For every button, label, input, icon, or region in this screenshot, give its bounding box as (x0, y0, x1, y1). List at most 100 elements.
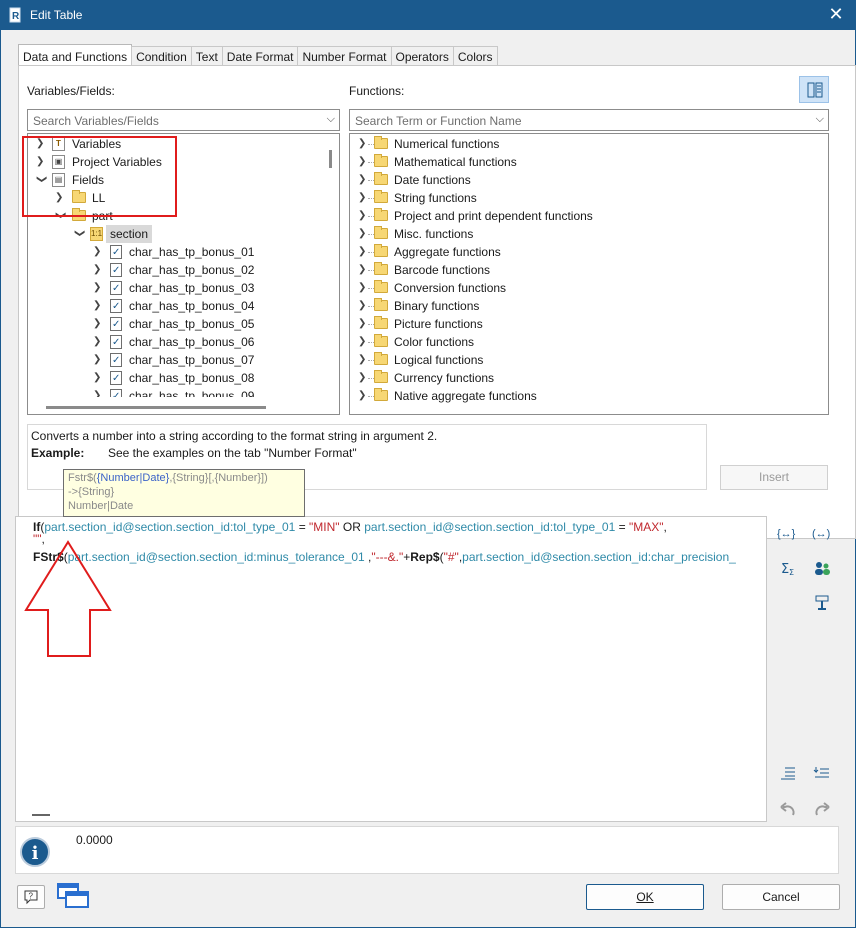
tree-item-field[interactable]: ❯ char_has_tp_bonus_07 (28, 351, 323, 370)
function-category[interactable]: ❯ String functions (350, 189, 828, 207)
chevron-right-icon[interactable]: ❯ (358, 369, 368, 387)
chevron-right-icon[interactable]: ❯ (358, 153, 368, 171)
tab-operators[interactable]: Operators (390, 46, 454, 66)
indent-icon[interactable] (777, 763, 799, 783)
chevron-right-icon[interactable]: ❯ (358, 135, 368, 153)
tab-data-and-functions[interactable]: Data and Functions (18, 44, 133, 66)
scrollbar-thumb[interactable] (46, 406, 266, 409)
folder-icon (374, 352, 388, 365)
chevron-right-icon[interactable]: ❯ (93, 315, 103, 333)
function-category[interactable]: ❯ Logical functions (350, 351, 828, 369)
chevron-right-icon[interactable]: ❯ (93, 297, 103, 315)
tab-date-format[interactable]: Date Format (221, 46, 299, 66)
function-category[interactable]: ❯ Barcode functions (350, 261, 828, 279)
tree-item-label: char_has_tp_bonus_09 (129, 389, 255, 397)
ok-button[interactable]: OK (586, 884, 704, 910)
folder-icon (374, 262, 388, 275)
field-icon (110, 280, 122, 298)
chevron-right-icon[interactable]: ❯ (358, 297, 368, 315)
function-category-label: Numerical functions (394, 137, 500, 151)
function-category[interactable]: ❯ Project and print dependent functions (350, 207, 828, 225)
tree-item-label: char_has_tp_bonus_06 (129, 335, 255, 349)
function-category-label: Logical functions (394, 353, 484, 367)
horizontal-scrollbar[interactable] (28, 398, 339, 414)
tab-colors[interactable]: Colors (452, 46, 498, 66)
chevron-right-icon[interactable]: ❯ (93, 261, 103, 279)
sum-icon[interactable]: ΣΣ (777, 558, 799, 578)
chevron-down-icon[interactable]: ❯ (70, 229, 88, 239)
function-category-label: Binary functions (394, 299, 480, 313)
tree-item-field[interactable]: ❯ char_has_tp_bonus_06 (28, 333, 323, 352)
function-category[interactable]: ❯ Currency functions (350, 369, 828, 387)
tab-text[interactable]: Text (190, 46, 223, 66)
vertical-scrollbar[interactable] (322, 134, 339, 398)
users-icon[interactable] (811, 558, 833, 578)
field-icon (110, 334, 122, 352)
chevron-right-icon[interactable]: ❯ (93, 279, 103, 297)
function-category[interactable]: ❯ Conversion functions (350, 279, 828, 297)
tab-number-format[interactable]: Number Format (297, 46, 392, 66)
functions-search-input[interactable]: Search Term or Function Name ⌵ (349, 109, 829, 131)
chevron-right-icon[interactable]: ❯ (358, 279, 368, 297)
tree-item-field[interactable]: ❯ char_has_tp_bonus_09 (28, 387, 323, 397)
tab-condition[interactable]: Condition (131, 46, 192, 66)
editor-splitter[interactable] (32, 814, 50, 816)
tree-item-field[interactable]: ❯ char_has_tp_bonus_01 (28, 243, 323, 262)
tree-item-field[interactable]: ❯ char_has_tp_bonus_02 (28, 261, 323, 280)
function-category[interactable]: ❯ Numerical functions (350, 135, 828, 153)
function-category[interactable]: ❯ Date functions (350, 171, 828, 189)
wrap-brackets-icon[interactable]: (↔) (811, 523, 833, 543)
folder-icon (374, 190, 388, 203)
insert-button[interactable]: Insert (720, 465, 828, 490)
variables-search-input[interactable]: Search Variables/Fields ⌵ (27, 109, 340, 131)
formula-editor[interactable]: If(part.section_id@section.section_id:to… (15, 516, 767, 822)
tree-item-field[interactable]: ❯ char_has_tp_bonus_05 (28, 315, 323, 334)
stamp-icon[interactable] (811, 593, 833, 613)
chevron-right-icon[interactable]: ❯ (358, 171, 368, 189)
function-category[interactable]: ❯ Binary functions (350, 297, 828, 315)
description-text: Converts a number into a string accordin… (31, 429, 438, 443)
chevron-right-icon[interactable]: ❯ (93, 369, 103, 387)
function-category[interactable]: ❯ Native aggregate functions (350, 387, 828, 405)
folder-icon (374, 298, 388, 311)
tree-item-field[interactable]: ❯ char_has_tp_bonus_08 (28, 369, 323, 388)
chevron-right-icon[interactable]: ❯ (358, 333, 368, 351)
chevron-right-icon[interactable]: ❯ (358, 189, 368, 207)
function-category[interactable]: ❯ Picture functions (350, 315, 828, 333)
function-category[interactable]: ❯ Misc. functions (350, 225, 828, 243)
scrollbar-thumb[interactable] (329, 150, 332, 168)
chevron-down-icon[interactable]: ⌵ (327, 113, 335, 126)
chevron-right-icon[interactable]: ❯ (93, 387, 103, 397)
function-category-label: Mathematical functions (394, 155, 517, 169)
folder-icon (374, 154, 388, 167)
function-category[interactable]: ❯ Color functions (350, 333, 828, 351)
tree-item-label: char_has_tp_bonus_04 (129, 299, 255, 313)
tree-item-section[interactable]: ❯ 1:1 section (28, 225, 323, 243)
chevron-right-icon[interactable]: ❯ (358, 225, 368, 243)
chevron-right-icon[interactable]: ❯ (93, 333, 103, 351)
chevron-down-icon[interactable]: ⌵ (816, 113, 824, 126)
function-category[interactable]: ❯ Mathematical functions (350, 153, 828, 171)
chevron-right-icon[interactable]: ❯ (358, 315, 368, 333)
chevron-right-icon[interactable]: ❯ (93, 243, 103, 261)
chevron-right-icon[interactable]: ❯ (93, 351, 103, 369)
tree-item-field[interactable]: ❯ char_has_tp_bonus_03 (28, 279, 323, 298)
help-button[interactable]: ? (17, 885, 45, 909)
layout-toggle-button[interactable] (799, 76, 829, 103)
windows-icon[interactable] (56, 882, 90, 910)
chevron-right-icon[interactable]: ❯ (358, 351, 368, 369)
chevron-right-icon[interactable]: ❯ (358, 243, 368, 261)
outdent-icon[interactable] (811, 763, 833, 783)
tooltip-function-name: Fstr$( (68, 472, 97, 484)
chevron-right-icon[interactable]: ❯ (358, 387, 368, 405)
cancel-button[interactable]: Cancel (722, 884, 840, 910)
chevron-right-icon[interactable]: ❯ (358, 207, 368, 225)
chevron-right-icon[interactable]: ❯ (358, 261, 368, 279)
close-icon[interactable]: ✕ (824, 3, 848, 27)
functions-tree[interactable]: ❯ Numerical functions ❯ Mathematical funct… (349, 133, 829, 415)
redo-icon[interactable] (811, 800, 833, 820)
function-category[interactable]: ❯ Aggregate functions (350, 243, 828, 261)
undo-icon[interactable] (777, 800, 799, 820)
format-braces-icon[interactable]: {↔} (777, 523, 799, 543)
tree-item-field[interactable]: ❯ char_has_tp_bonus_04 (28, 297, 323, 316)
